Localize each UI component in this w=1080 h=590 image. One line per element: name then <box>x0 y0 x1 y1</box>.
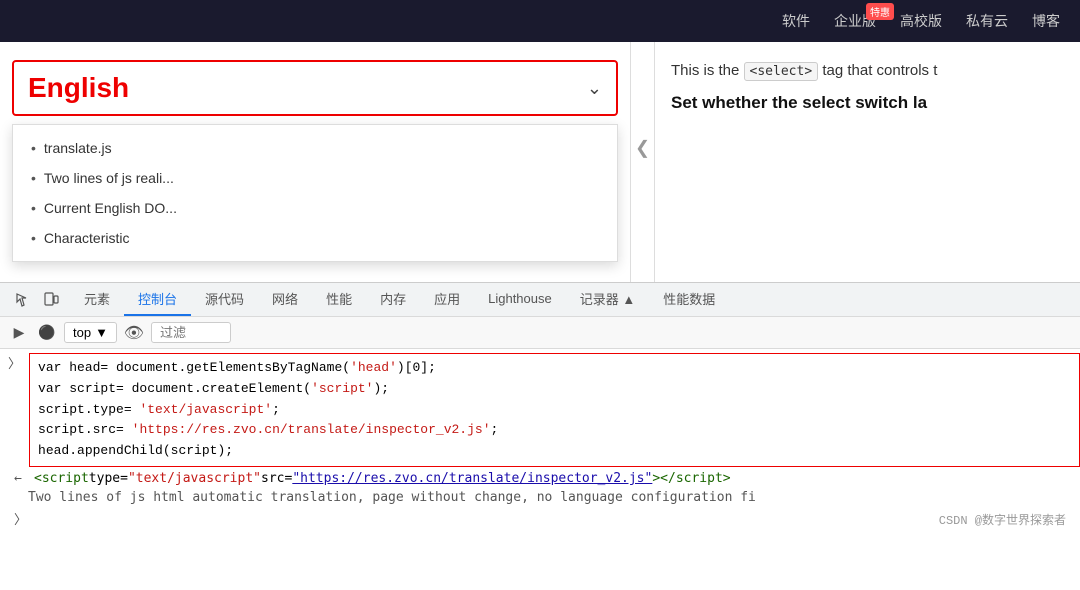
console-toolbar: ▶ ⚫ top ▼ 👁 <box>0 317 1080 349</box>
right-panel: This is the <select> tag that controls t… <box>654 42 1080 282</box>
script-src-val: "https://res.zvo.cn/translate/inspector_… <box>292 471 652 486</box>
code-text-1b: 'script' <box>311 379 373 400</box>
code-text-2c: ; <box>272 400 280 421</box>
code-line-3: script.src= 'https://res.zvo.cn/translat… <box>38 420 1071 441</box>
script-open-tag: <script <box>34 471 89 486</box>
code-line-0: var head= document.getElementsByTagName(… <box>38 358 1071 379</box>
play-button[interactable]: ▶ <box>8 322 30 344</box>
dropdown-list: • translate.js • Two lines of js reali..… <box>12 124 618 262</box>
tab-perf-data-label: 性能数据 <box>663 289 715 308</box>
code-line-2: script.type= 'text/javascript'; <box>38 400 1071 421</box>
language-select[interactable]: English ⌄ <box>12 60 618 116</box>
eye-icon[interactable]: 👁 <box>123 322 145 344</box>
tab-performance-label: 性能 <box>326 289 352 308</box>
script-tag-output: ← <script type="text/javascript" src="ht… <box>0 469 1080 488</box>
final-prompt-line: 〉 <box>0 507 1080 530</box>
collapse-arrow[interactable]: ❮ <box>631 133 654 162</box>
tab-console-label: 控制台 <box>138 289 177 308</box>
code-text-1a: var script= document.createElement( <box>38 379 311 400</box>
code-line-4: head.appendChild(script); <box>38 441 1071 462</box>
script-src-attr: src= <box>261 471 292 486</box>
nav-blog[interactable]: 博客 <box>1032 11 1060 31</box>
tab-performance[interactable]: 性能 <box>312 283 366 316</box>
devtools-panel: 元素 控制台 源代码 网络 性能 内存 应用 Lighthouse 记录器 ▲ … <box>0 282 1080 532</box>
tab-elements[interactable]: 元素 <box>70 283 124 316</box>
right-description-line2: Set whether the select switch la <box>671 93 1064 113</box>
bullet-icon-2: • <box>31 200 36 216</box>
filter-input[interactable] <box>151 322 231 343</box>
tab-console[interactable]: 控制台 <box>124 283 191 316</box>
element-picker-icon[interactable] <box>12 289 34 311</box>
stop-button[interactable]: ⚫ <box>36 322 58 344</box>
tab-lighthouse-label: Lighthouse <box>488 291 552 306</box>
code-text-0c: )[0]; <box>397 358 436 379</box>
tab-lighthouse[interactable]: Lighthouse <box>474 283 566 316</box>
right-description-line1: This is the <select> tag that controls t <box>671 62 1064 79</box>
context-top-label: top <box>73 325 91 340</box>
dropdown-item-label-2: Current English DO... <box>44 200 177 216</box>
code-text-2b: 'text/javascript' <box>139 400 272 421</box>
select-tag-code: <select> <box>744 62 819 81</box>
tab-network[interactable]: 网络 <box>258 283 312 316</box>
top-navigation: 软件 企业版 特惠 高校版 私有云 博客 <box>0 0 1080 42</box>
tab-application[interactable]: 应用 <box>420 283 474 316</box>
final-prompt-icon: 〉 <box>14 509 27 528</box>
script-type-val: "text/javascript" <box>128 471 261 486</box>
left-panel: English ⌄ • translate.js • Two lines of … <box>0 42 630 282</box>
tab-sources-label: 源代码 <box>205 289 244 308</box>
code-line-1: var script= document.createElement('scri… <box>38 379 1071 400</box>
tab-application-label: 应用 <box>434 289 460 308</box>
console-prompt-icon: 〉 <box>0 353 29 372</box>
nav-campus[interactable]: 高校版 <box>900 11 942 31</box>
info-line: Two lines of js html automatic translati… <box>0 488 1080 507</box>
output-arrow-icon: ← <box>14 471 28 486</box>
dropdown-item-3[interactable]: • Characteristic <box>13 223 617 253</box>
device-toolbar-icon[interactable] <box>40 289 62 311</box>
footer-attribution: CSDN @数字世界探索者 <box>939 511 1066 528</box>
dropdown-item-0[interactable]: • translate.js <box>13 133 617 163</box>
code-text-3c: ; <box>491 420 499 441</box>
code-text-3b: 'https://res.zvo.cn/translate/inspector_… <box>132 420 491 441</box>
bullet-icon-1: • <box>31 170 36 186</box>
tab-network-label: 网络 <box>272 289 298 308</box>
tab-sources[interactable]: 源代码 <box>191 283 258 316</box>
code-text-1c: ); <box>373 379 389 400</box>
code-text-2a: script.type= <box>38 400 139 421</box>
code-text-3a: script.src= <box>38 420 132 441</box>
nav-enterprise[interactable]: 企业版 特惠 <box>834 11 876 31</box>
bullet-icon-3: • <box>31 230 36 246</box>
context-chevron-icon: ▼ <box>95 325 108 340</box>
tab-elements-label: 元素 <box>84 289 110 308</box>
code-block: var head= document.getElementsByTagName(… <box>29 353 1080 467</box>
dropdown-item-label-1: Two lines of js reali... <box>44 170 174 186</box>
script-close-tag: ></script> <box>652 471 730 486</box>
chevron-down-icon: ⌄ <box>587 78 602 99</box>
devtools-tabs: 元素 控制台 源代码 网络 性能 内存 应用 Lighthouse 记录器 ▲ … <box>0 283 1080 317</box>
select-value: English <box>28 72 129 104</box>
tab-recorder[interactable]: 记录器 ▲ <box>566 283 649 316</box>
tab-memory[interactable]: 内存 <box>366 283 420 316</box>
code-text-0b: 'head' <box>350 358 397 379</box>
console-content: 〉 var head= document.getElementsByTagNam… <box>0 349 1080 532</box>
dropdown-item-label-0: translate.js <box>44 140 112 156</box>
dropdown-item-2[interactable]: • Current English DO... <box>13 193 617 223</box>
tab-memory-label: 内存 <box>380 289 406 308</box>
context-selector[interactable]: top ▼ <box>64 322 117 343</box>
nav-private-cloud[interactable]: 私有云 <box>966 11 1008 31</box>
code-text-0a: var head= document.getElementsByTagName( <box>38 358 350 379</box>
script-type-attr: type= <box>89 471 128 486</box>
nav-software[interactable]: 软件 <box>782 11 810 31</box>
webpage-area: English ⌄ • translate.js • Two lines of … <box>0 42 1080 282</box>
tab-recorder-label: 记录器 ▲ <box>580 289 635 308</box>
devtools-left-icons <box>4 289 70 311</box>
enterprise-badge: 特惠 <box>866 3 894 20</box>
bullet-icon-0: • <box>31 140 36 156</box>
code-text-4a: head.appendChild(script); <box>38 441 233 462</box>
dropdown-item-1[interactable]: • Two lines of js reali... <box>13 163 617 193</box>
tab-perf-data[interactable]: 性能数据 <box>649 283 729 316</box>
dropdown-item-label-3: Characteristic <box>44 230 130 246</box>
